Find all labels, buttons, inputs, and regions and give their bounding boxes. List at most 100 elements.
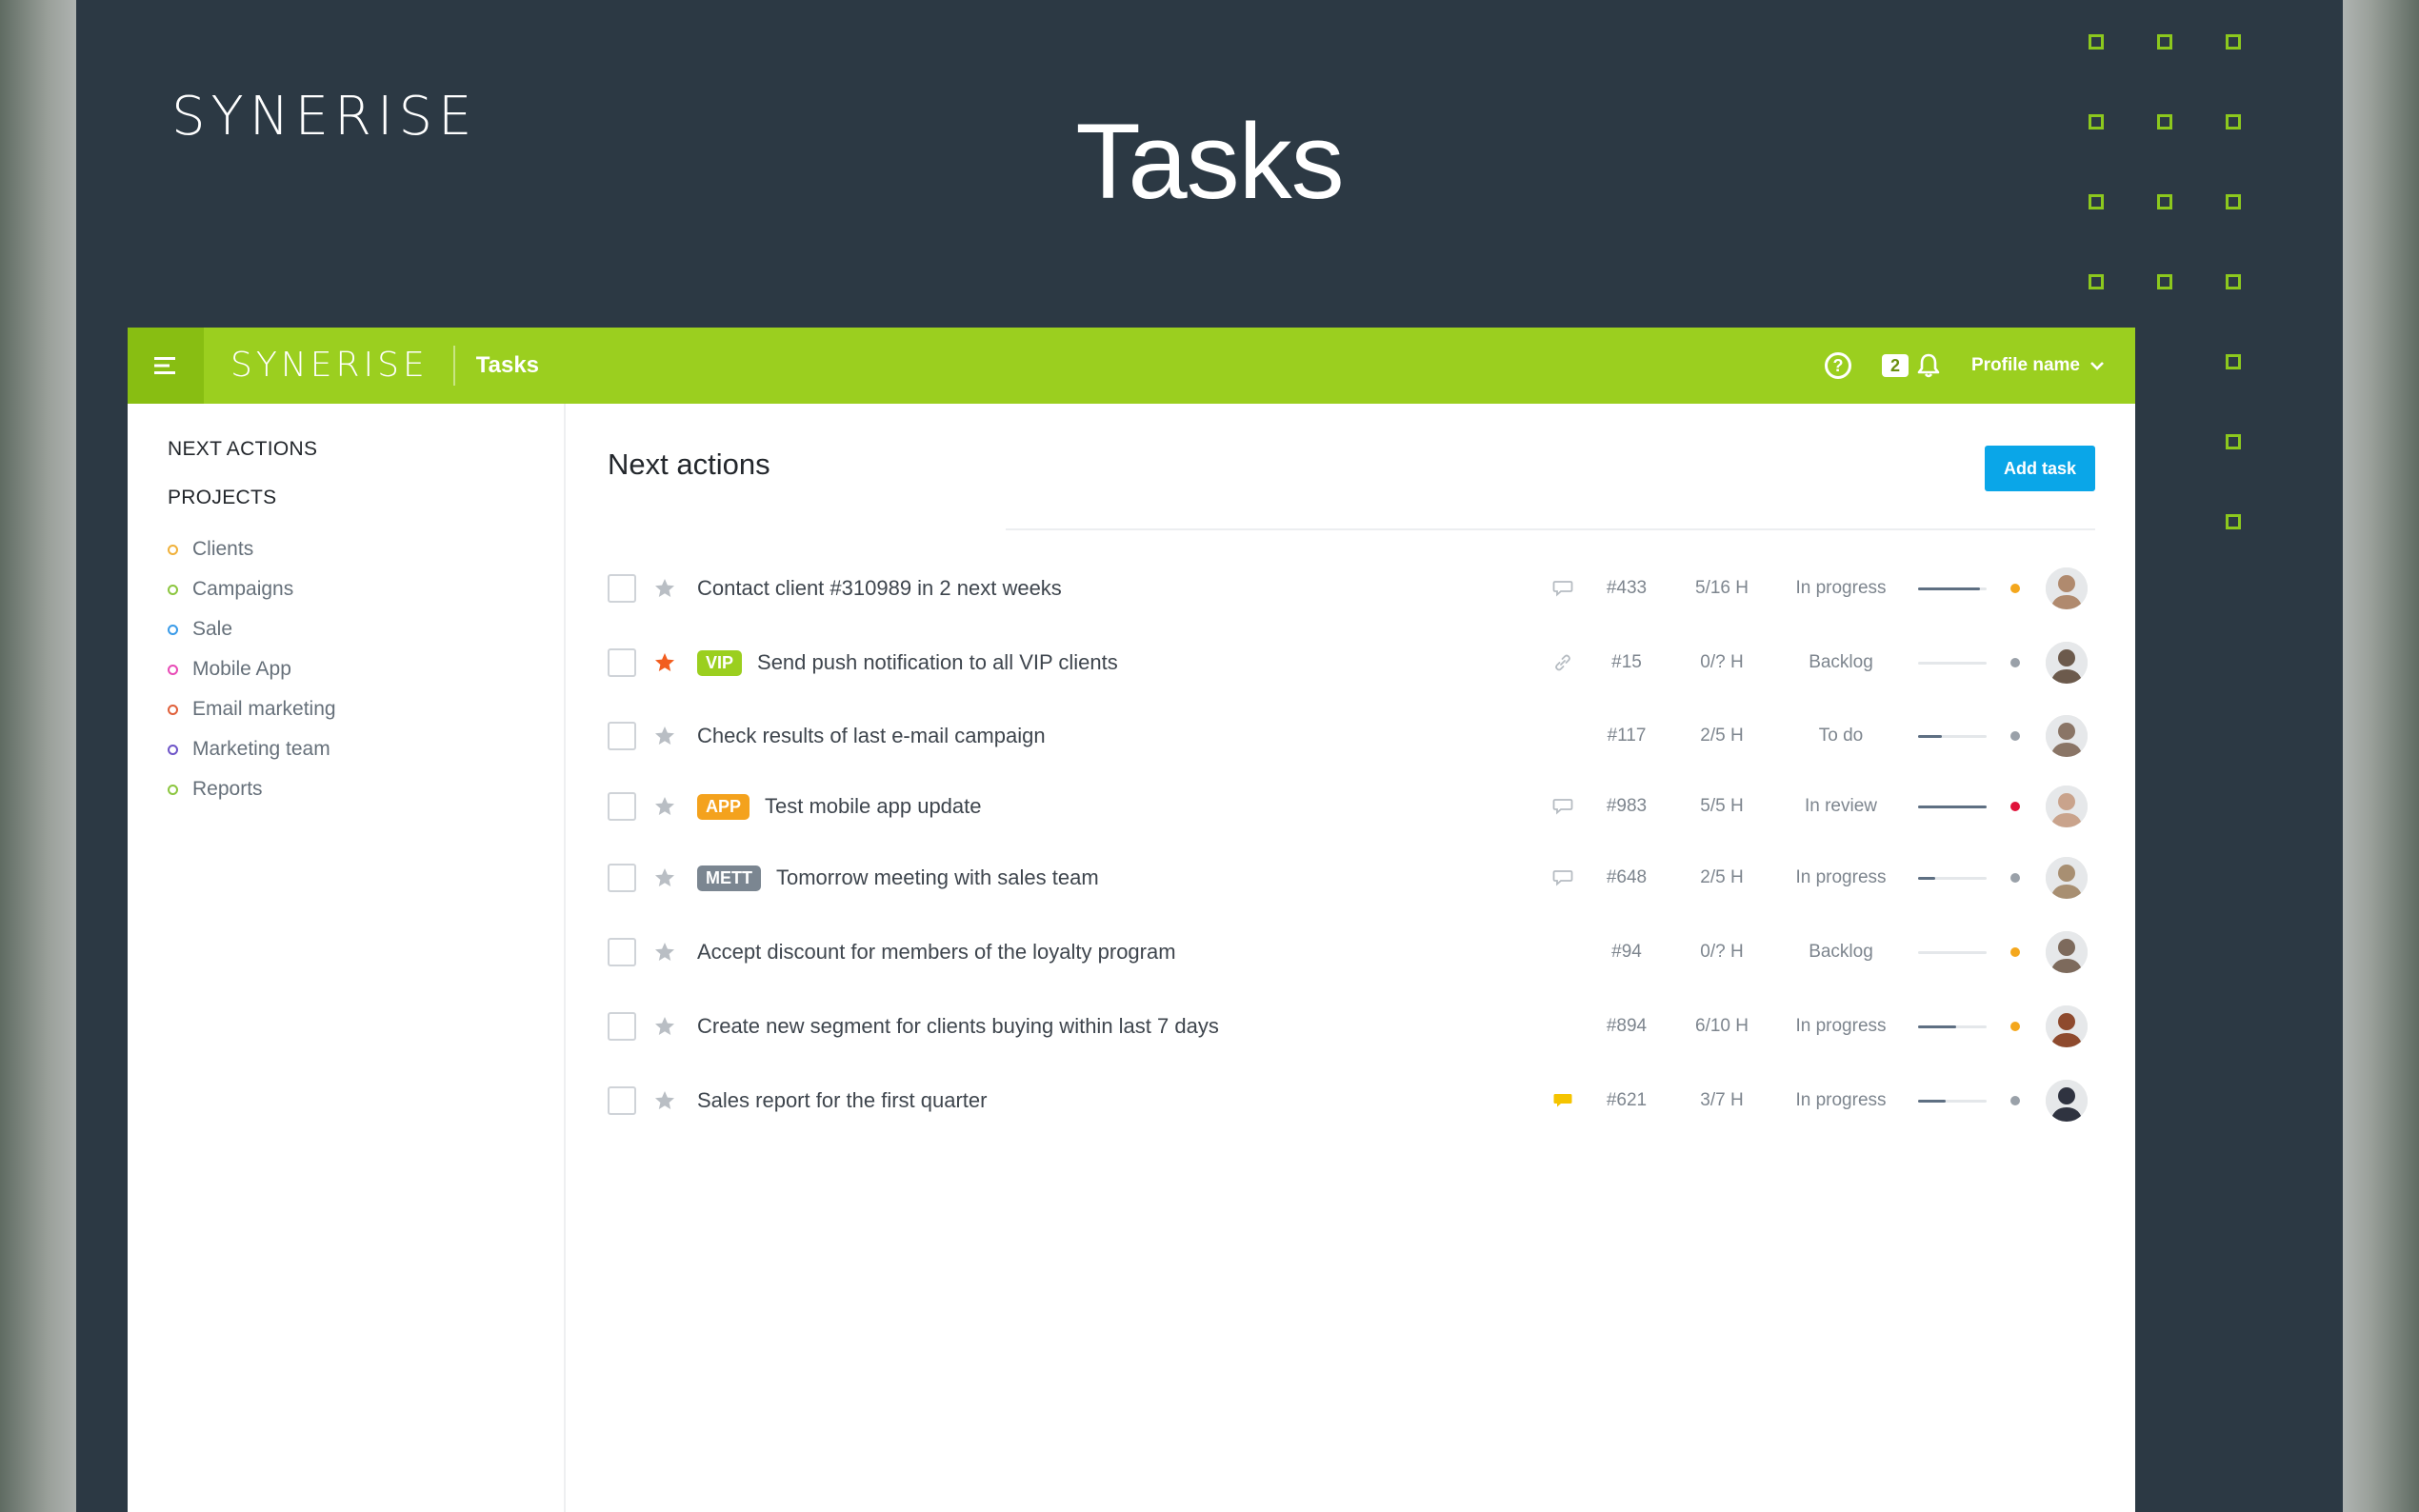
chevron-down-icon[interactable] bbox=[2089, 357, 2107, 374]
assignee-avatar[interactable] bbox=[2046, 786, 2088, 827]
task-row[interactable]: Accept discount for members of the loyal… bbox=[608, 915, 2095, 989]
decorative-square bbox=[2089, 34, 2104, 50]
star-icon[interactable] bbox=[651, 723, 678, 749]
task-id: #894 bbox=[1606, 1016, 1648, 1036]
task-progress-bar bbox=[1918, 950, 1987, 954]
decorative-square bbox=[2089, 274, 2104, 289]
sidebar-project-item[interactable]: Mobile App bbox=[168, 649, 336, 689]
project-label: Email marketing bbox=[192, 698, 336, 720]
task-checkbox[interactable] bbox=[608, 1012, 636, 1041]
project-color-dot bbox=[168, 584, 178, 595]
project-label: Campaigns bbox=[192, 578, 294, 600]
task-title[interactable]: Test mobile app update bbox=[765, 794, 982, 819]
comment-icon[interactable] bbox=[1550, 865, 1575, 890]
task-row[interactable]: Sales report for the first quarter #621 3/… bbox=[608, 1064, 2095, 1138]
profile-name-menu[interactable]: Profile name bbox=[1971, 355, 2080, 376]
decorative-square bbox=[2226, 194, 2241, 209]
assignee-avatar[interactable] bbox=[2046, 715, 2088, 757]
star-icon[interactable] bbox=[651, 1087, 678, 1114]
task-title[interactable]: Send push notification to all VIP client… bbox=[757, 650, 1118, 675]
comment-icon[interactable] bbox=[1550, 794, 1575, 819]
star-icon[interactable] bbox=[651, 575, 678, 602]
topbar-logo[interactable]: SYNERISE bbox=[230, 346, 455, 386]
assignee-avatar[interactable] bbox=[2046, 1080, 2088, 1122]
sidebar-item-next-actions[interactable]: NEXT ACTIONS bbox=[168, 438, 317, 461]
task-progress-bar bbox=[1918, 876, 1987, 880]
decorative-square bbox=[2157, 194, 2172, 209]
sidebar-project-item[interactable]: Email marketing bbox=[168, 689, 336, 729]
task-progress-fill bbox=[1918, 805, 1987, 808]
main-content: Next actions Add task Contact client #31… bbox=[568, 404, 2135, 1512]
task-title[interactable]: Contact client #310989 in 2 next weeks bbox=[697, 576, 1062, 601]
task-checkbox[interactable] bbox=[608, 574, 636, 603]
task-status: In review bbox=[1804, 796, 1878, 816]
task-title[interactable]: Create new segment for clients buying wi… bbox=[697, 1014, 1219, 1039]
task-title[interactable]: Tomorrow meeting with sales team bbox=[776, 865, 1099, 890]
task-row[interactable]: Check results of last e-mail campaign #11… bbox=[608, 700, 2095, 772]
project-label: Clients bbox=[192, 538, 254, 560]
task-tag-badge: APP bbox=[697, 793, 750, 820]
assignee-avatar[interactable] bbox=[2046, 857, 2088, 899]
star-filled-icon[interactable] bbox=[651, 649, 678, 676]
task-hours: 0/? H bbox=[1700, 942, 1744, 962]
decorative-square bbox=[2226, 434, 2241, 449]
project-color-dot bbox=[168, 624, 178, 635]
task-title[interactable]: Sales report for the first quarter bbox=[697, 1088, 987, 1113]
priority-dot bbox=[2010, 584, 2020, 593]
task-progress-bar bbox=[1918, 587, 1987, 590]
project-color-dot bbox=[168, 704, 178, 715]
add-task-button[interactable]: Add task bbox=[1985, 446, 2095, 491]
header-divider bbox=[1006, 528, 2095, 530]
star-icon[interactable] bbox=[651, 793, 678, 820]
task-title[interactable]: Check results of last e-mail campaign bbox=[697, 724, 1046, 748]
task-progress-bar bbox=[1918, 805, 1987, 808]
decorative-square bbox=[2089, 114, 2104, 129]
decorative-square bbox=[2157, 114, 2172, 129]
sidebar-project-item[interactable]: Marketing team bbox=[168, 729, 336, 769]
assignee-avatar[interactable] bbox=[2046, 567, 2088, 609]
decorative-square bbox=[2226, 274, 2241, 289]
task-row[interactable]: Contact client #310989 in 2 next weeks #4… bbox=[608, 551, 2095, 626]
project-color-dot bbox=[168, 664, 178, 675]
comment-filled-icon[interactable] bbox=[1550, 1088, 1575, 1113]
sidebar-projects-heading[interactable]: PROJECTS bbox=[168, 487, 276, 509]
task-row[interactable]: APP Test mobile app update #983 5/5 H In rev… bbox=[608, 772, 2095, 841]
hamburger-menu-button[interactable] bbox=[128, 328, 204, 404]
priority-dot bbox=[2010, 802, 2020, 811]
star-icon[interactable] bbox=[651, 865, 678, 891]
assignee-avatar[interactable] bbox=[2046, 1005, 2088, 1047]
notification-count-badge[interactable]: 2 bbox=[1881, 354, 1909, 377]
help-icon[interactable]: ? bbox=[1824, 352, 1851, 379]
task-checkbox[interactable] bbox=[608, 864, 636, 892]
task-row[interactable]: VIP Send push notification to all VIP cli… bbox=[608, 626, 2095, 700]
priority-dot bbox=[2010, 873, 2020, 883]
decorative-square bbox=[2157, 274, 2172, 289]
priority-dot bbox=[2010, 658, 2020, 667]
task-checkbox[interactable] bbox=[608, 722, 636, 750]
topbar-section-title: Tasks bbox=[475, 352, 540, 378]
task-checkbox[interactable] bbox=[608, 792, 636, 821]
sidebar-project-item[interactable]: Reports bbox=[168, 769, 336, 809]
assignee-avatar[interactable] bbox=[2046, 642, 2088, 684]
project-label: Mobile App bbox=[192, 658, 291, 680]
task-hours: 0/? H bbox=[1700, 652, 1744, 672]
sidebar-project-item[interactable]: Sale bbox=[168, 609, 336, 649]
sidebar-project-item[interactable]: Campaigns bbox=[168, 569, 336, 609]
comment-icon[interactable] bbox=[1550, 576, 1575, 601]
priority-dot bbox=[2010, 1096, 2020, 1105]
bell-icon[interactable] bbox=[1914, 351, 1943, 380]
sidebar-project-item[interactable]: Clients bbox=[168, 529, 336, 569]
task-row[interactable]: METT Tomorrow meeting with sales team #648… bbox=[608, 841, 2095, 915]
task-row[interactable]: Create new segment for clients buying wi… bbox=[608, 989, 2095, 1064]
assignee-avatar[interactable] bbox=[2046, 931, 2088, 973]
task-checkbox[interactable] bbox=[608, 648, 636, 677]
task-checkbox[interactable] bbox=[608, 1086, 636, 1115]
project-color-dot bbox=[168, 544, 178, 555]
project-color-dot bbox=[168, 744, 178, 755]
task-id: #117 bbox=[1607, 726, 1647, 746]
task-checkbox[interactable] bbox=[608, 938, 636, 966]
star-icon[interactable] bbox=[651, 939, 678, 965]
task-title[interactable]: Accept discount for members of the loyal… bbox=[697, 940, 1176, 965]
star-icon[interactable] bbox=[651, 1013, 678, 1040]
link-icon[interactable] bbox=[1550, 650, 1575, 675]
